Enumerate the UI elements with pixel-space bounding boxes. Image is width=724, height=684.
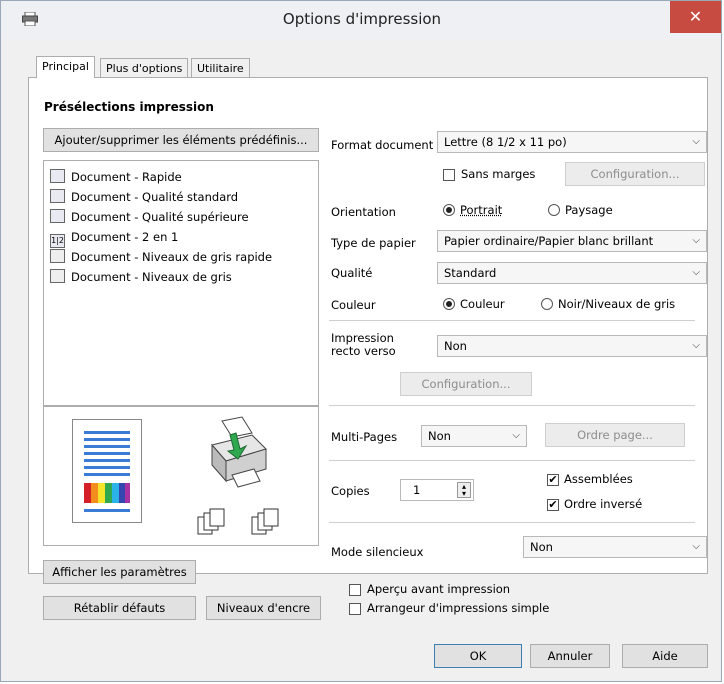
duplex-configuration-button[interactable]: Configuration... xyxy=(400,372,532,396)
copies-value: 1 xyxy=(413,483,421,497)
print-preview-checkbox[interactable] xyxy=(349,584,361,596)
document-icon xyxy=(50,209,65,223)
quiet-mode-label: Mode silencieux xyxy=(331,545,424,559)
landscape-label: Paysage xyxy=(565,203,613,217)
copies-label: Copies xyxy=(331,484,370,498)
ok-button[interactable]: OK xyxy=(434,644,522,668)
grayscale-option-label: Noir/Niveaux de gris xyxy=(558,297,676,311)
multipage-label: Multi-Pages xyxy=(331,430,398,444)
preset-item[interactable]: Document - Rapide xyxy=(50,167,182,187)
tab-more-options[interactable]: Plus d'options xyxy=(100,58,189,78)
multipage-select[interactable]: Non ⌵ xyxy=(421,425,527,447)
quiet-mode-select[interactable]: Non ⌵ xyxy=(523,536,707,558)
paper-type-select[interactable]: Papier ordinaire/Papier blanc brillant ⌵ xyxy=(437,230,707,252)
cancel-button[interactable]: Annuler xyxy=(530,644,610,668)
show-settings-button[interactable]: Afficher les paramètres xyxy=(43,560,196,584)
preset-item[interactable]: Document - Niveaux de gris xyxy=(50,267,232,287)
tab-utility[interactable]: Utilitaire xyxy=(191,58,250,78)
document-icon xyxy=(50,189,65,203)
preview-area xyxy=(43,406,319,546)
landscape-radio[interactable] xyxy=(548,204,560,216)
preset-item[interactable]: Document - Qualité supérieure xyxy=(50,207,249,227)
paper-type-label: Type de papier xyxy=(331,236,416,250)
presets-list[interactable]: Document - Rapide Document - Qualité sta… xyxy=(43,160,319,406)
color-option-label: Couleur xyxy=(460,297,505,311)
easy-arranger-checkbox[interactable] xyxy=(349,603,361,615)
copies-stepper[interactable]: 1 ▴ ▾ xyxy=(400,479,474,501)
two-up-icon: 1|2 xyxy=(50,234,65,248)
divider xyxy=(329,522,695,523)
collate-checkbox[interactable]: ✔ xyxy=(547,474,559,486)
borderless-label: Sans marges xyxy=(461,167,536,181)
portrait-radio[interactable] xyxy=(443,204,455,216)
orientation-label: Orientation xyxy=(331,205,396,219)
chevron-down-icon: ⌵ xyxy=(512,430,520,441)
print-preview-label: Aperçu avant impression xyxy=(367,582,511,596)
document-icon xyxy=(50,169,65,183)
easy-arranger-label: Arrangeur d'impressions simple xyxy=(367,601,550,615)
reverse-order-label: Ordre inversé xyxy=(564,497,643,511)
color-radio[interactable] xyxy=(443,298,455,310)
reverse-order-checkbox[interactable]: ✔ xyxy=(547,499,559,511)
duplex-label: Impression recto verso xyxy=(331,331,396,358)
chevron-down-icon: ⌵ xyxy=(692,267,700,278)
format-label: Format document xyxy=(331,138,434,152)
close-button[interactable]: ✕ xyxy=(670,1,721,33)
spin-buttons[interactable]: ▴ ▾ xyxy=(457,482,471,498)
borderless-checkbox[interactable] xyxy=(443,169,455,181)
quality-label: Qualité xyxy=(331,266,373,280)
page-order-button[interactable]: Ordre page... xyxy=(545,423,685,447)
ink-levels-button[interactable]: Niveaux d'encre xyxy=(206,596,321,620)
chevron-down-icon: ⌵ xyxy=(692,541,700,552)
preset-item[interactable]: 1|2 Document - 2 en 1 xyxy=(50,227,178,248)
grayscale-document-icon xyxy=(50,269,65,283)
window-title: Options d'impression xyxy=(282,10,442,28)
duplex-select[interactable]: Non ⌵ xyxy=(437,335,707,357)
collate-label: Assemblées xyxy=(564,472,633,486)
preset-item[interactable]: Document - Niveaux de gris rapide xyxy=(50,247,272,267)
presets-heading: Présélections impression xyxy=(44,100,214,114)
divider xyxy=(329,460,695,461)
reverse-order-pages-icon xyxy=(251,508,279,535)
printer-duplex-icon xyxy=(211,416,267,488)
help-button[interactable]: Aide xyxy=(622,644,708,668)
preset-item[interactable]: Document - Qualité standard xyxy=(50,187,238,207)
spin-down-icon[interactable]: ▾ xyxy=(458,490,470,498)
portrait-label: Portrait xyxy=(460,203,503,217)
divider xyxy=(329,320,695,321)
collate-pages-icon xyxy=(197,508,225,535)
tab-principal[interactable]: Principal xyxy=(36,56,95,78)
format-select[interactable]: Lettre (8 1/2 x 11 po) ⌵ xyxy=(437,131,707,153)
grayscale-radio[interactable] xyxy=(541,298,553,310)
manage-presets-button[interactable]: Ajouter/supprimer les éléments prédéfini… xyxy=(43,128,319,152)
color-label: Couleur xyxy=(331,298,376,312)
quality-select[interactable]: Standard ⌵ xyxy=(437,262,707,284)
chevron-down-icon: ⌵ xyxy=(692,235,700,246)
chevron-down-icon: ⌵ xyxy=(692,136,700,147)
paper-preview-icon xyxy=(72,419,142,523)
restore-defaults-button[interactable]: Rétablir défauts xyxy=(43,596,196,620)
chevron-down-icon: ⌵ xyxy=(692,340,700,351)
grayscale-document-icon xyxy=(50,249,65,263)
divider xyxy=(329,405,695,406)
configuration-button[interactable]: Configuration... xyxy=(565,162,705,186)
